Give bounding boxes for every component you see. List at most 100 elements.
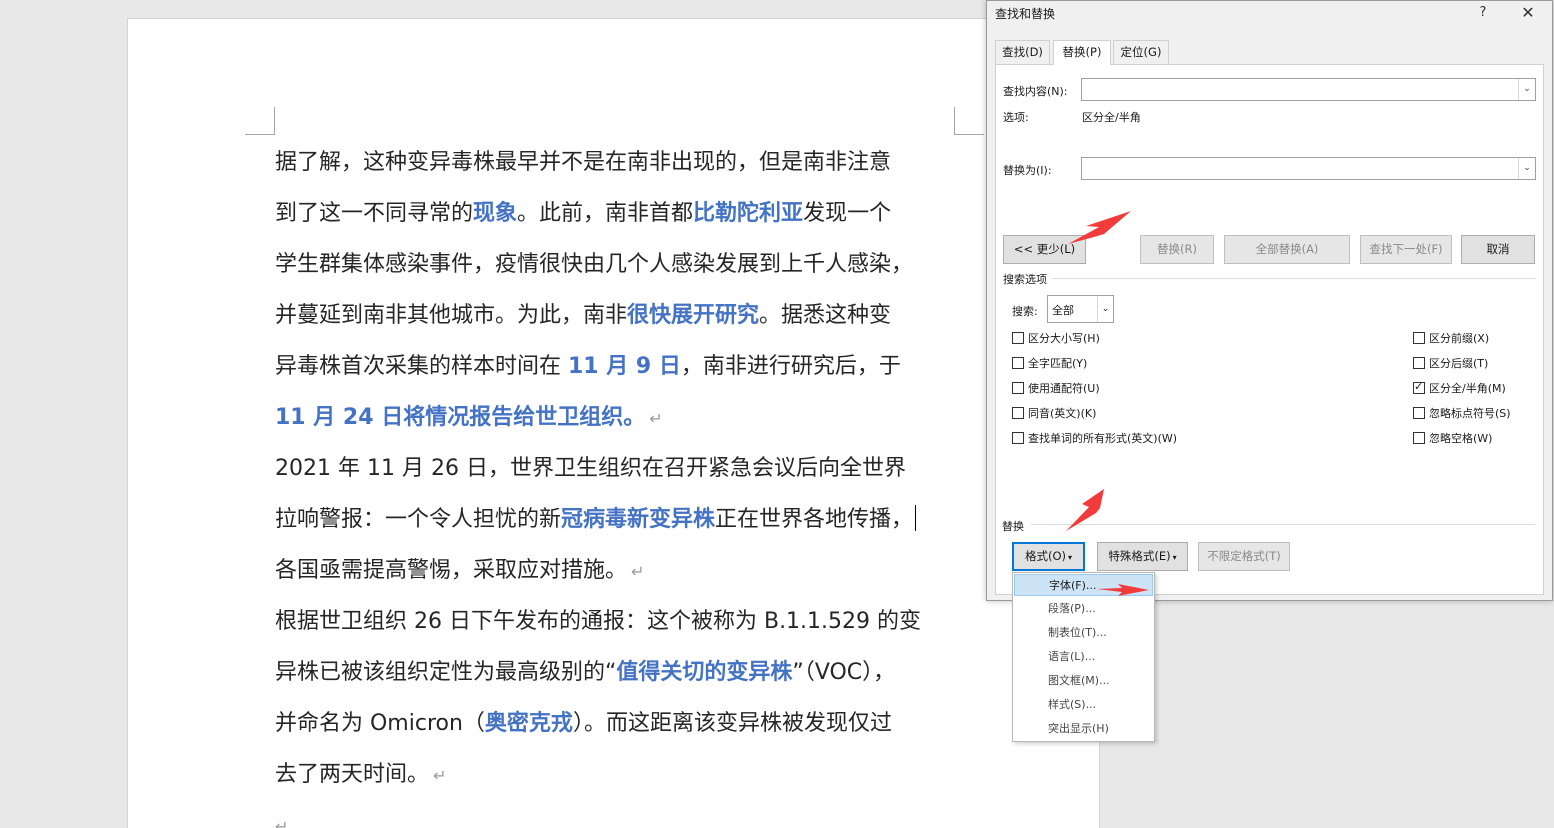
checkbox-label: 忽略空格(W) bbox=[1429, 432, 1493, 445]
checkbox-label: 忽略标点符号(S) bbox=[1429, 407, 1511, 420]
checkbox-unchecked-icon[interactable] bbox=[1413, 332, 1425, 344]
search-options-header: 搜索选项 bbox=[1003, 273, 1047, 286]
document-line[interactable]: 并命名为 Omicron（奥密克戎）。而这距离该变异株被发现仅过 bbox=[275, 698, 975, 749]
text-run: 异株已被该组织定性为最高级别的“ bbox=[275, 660, 617, 685]
no-formatting-button[interactable]: 不限定格式(T) bbox=[1198, 542, 1290, 571]
search-option-checkbox[interactable]: 区分前缀(X) bbox=[1413, 330, 1489, 346]
find-history-dropdown-icon[interactable]: ⌄ bbox=[1518, 79, 1535, 100]
checkbox-unchecked-icon[interactable] bbox=[1012, 382, 1024, 394]
document-line[interactable]: 据了解，这种变异毒株最早并不是在南非出现的，但是南非注意 bbox=[275, 137, 975, 188]
highlighted-text: 11 月 9 日 bbox=[568, 354, 681, 379]
empty-paragraph[interactable]: ↵ bbox=[275, 800, 975, 828]
margin-corner-top-right bbox=[954, 107, 984, 135]
text-cursor bbox=[915, 505, 917, 531]
tab-find[interactable]: 查找(D) bbox=[995, 40, 1050, 64]
replace-button[interactable]: 替换(R) bbox=[1140, 235, 1214, 264]
paragraph-mark-icon: ↵ bbox=[631, 562, 645, 581]
checkbox-unchecked-icon[interactable] bbox=[1413, 357, 1425, 369]
paragraph-mark-icon: ↵ bbox=[275, 817, 289, 828]
checkbox-unchecked-icon[interactable] bbox=[1012, 407, 1024, 419]
search-option-checkbox[interactable]: 同音(英文)(K) bbox=[1012, 405, 1096, 421]
format-menu-item[interactable]: 语言(L)... bbox=[1014, 646, 1153, 668]
replace-all-button[interactable]: 全部替换(A) bbox=[1224, 235, 1350, 264]
checkbox-unchecked-icon[interactable] bbox=[1012, 357, 1024, 369]
close-button[interactable]: ✕ bbox=[1515, 3, 1541, 23]
text-run: 学生群集体感染事件，疫情很快由几个人感染发展到上千人感染， bbox=[275, 252, 914, 277]
highlighted-text: 比勒陀利亚 bbox=[693, 201, 804, 226]
text-run: 正在世界各地传播， bbox=[715, 507, 914, 532]
checkbox-unchecked-icon[interactable] bbox=[1413, 432, 1425, 444]
help-button[interactable]: ? bbox=[1470, 3, 1496, 23]
text-run: 据了解，这种变异毒株最早并不是在南非出现的，但是南非注意 bbox=[275, 150, 892, 175]
document-line[interactable]: 各国亟需提高警惕，采取应对措施。 ↵ bbox=[275, 545, 975, 596]
search-option-checkbox[interactable]: 使用通配符(U) bbox=[1012, 380, 1100, 396]
search-direction-value: 全部 bbox=[1052, 304, 1074, 317]
search-option-checkbox[interactable]: 忽略空格(W) bbox=[1413, 430, 1492, 446]
search-direction-dropdown-icon[interactable]: ⌄ bbox=[1097, 296, 1113, 322]
checkbox-unchecked-icon[interactable] bbox=[1413, 407, 1425, 419]
special-button[interactable]: 特殊格式(E) ▾ bbox=[1097, 542, 1188, 571]
replace-with-input[interactable]: ⌄ bbox=[1081, 157, 1536, 180]
document-line[interactable]: 异株已被该组织定性为最高级别的“值得关切的变异株”（VOC）， bbox=[275, 647, 975, 698]
format-menu-item[interactable]: 突出显示(H) bbox=[1014, 718, 1153, 740]
document-line[interactable]: 学生群集体感染事件，疫情很快由几个人感染发展到上千人感染， bbox=[275, 239, 975, 290]
text-run: 根据世卫组织 26 日下午发布的通报：这个被称为 B.1.1.529 的变 bbox=[275, 609, 922, 634]
format-menu-item[interactable]: 图文框(M)... bbox=[1014, 670, 1153, 692]
document-line[interactable]: 11 月 24 日将情况报告给世卫组织。 ↵ bbox=[275, 392, 975, 443]
highlighted-text: 值得关切的变异株 bbox=[616, 660, 793, 685]
search-option-checkbox[interactable]: 区分全/半角(M) bbox=[1413, 380, 1506, 396]
options-label: 选项: bbox=[1003, 111, 1029, 124]
text-run: 并命名为 Omicron（ bbox=[275, 711, 485, 736]
search-option-checkbox[interactable]: 区分后缀(T) bbox=[1413, 355, 1488, 371]
document-line[interactable]: 拉响警报：一个令人担忧的新冠病毒新变异株正在世界各地传播， bbox=[275, 494, 975, 545]
replace-section-divider bbox=[1031, 524, 1535, 525]
less-button[interactable]: << 更少(L) bbox=[1003, 235, 1086, 264]
document-line[interactable]: 2021 年 11 月 26 日，世界卫生组织在召开紧急会议后向全世界 bbox=[275, 443, 975, 494]
replace-history-dropdown-icon[interactable]: ⌄ bbox=[1518, 158, 1535, 179]
checkbox-label: 区分大小写(H) bbox=[1028, 332, 1100, 345]
caret-down-icon: ▾ bbox=[1068, 553, 1073, 562]
document-line[interactable]: 到了这一不同寻常的现象。此前，南非首都比勒陀利亚发现一个 bbox=[275, 188, 975, 239]
dialog-titlebar[interactable]: 查找和替换 ? ✕ bbox=[987, 1, 1552, 25]
caret-down-icon: ▾ bbox=[1172, 553, 1177, 562]
format-menu-item[interactable]: 段落(P)... bbox=[1014, 598, 1153, 620]
document-page[interactable]: 据了解，这种变异毒株最早并不是在南非出现的，但是南非注意 到了这一不同寻常的现象。… bbox=[127, 18, 1100, 828]
checkbox-label: 全字匹配(Y) bbox=[1028, 357, 1088, 370]
document-line[interactable]: 并蔓延到南非其他城市。为此，南非很快展开研究。据悉这种变 bbox=[275, 290, 975, 341]
text-run: 拉响警报：一个令人担忧的新 bbox=[275, 507, 562, 532]
text-run: 。此前，南非首都 bbox=[517, 201, 694, 226]
search-direction-select[interactable]: 全部 ⌄ bbox=[1047, 295, 1114, 323]
search-option-checkbox[interactable]: 忽略标点符号(S) bbox=[1413, 405, 1511, 421]
tab-goto[interactable]: 定位(G) bbox=[1113, 40, 1169, 64]
text-run: 到了这一不同寻常的 bbox=[275, 201, 474, 226]
document-line[interactable]: 根据世卫组织 26 日下午发布的通报：这个被称为 B.1.1.529 的变 bbox=[275, 596, 975, 647]
checkbox-unchecked-icon[interactable] bbox=[1012, 332, 1024, 344]
format-dropdown-menu: 字体(F)... 段落(P)... 制表位(T)... 语言(L)... 图文框(M).… bbox=[1012, 572, 1155, 742]
find-next-button[interactable]: 查找下一处(F) bbox=[1360, 235, 1452, 264]
format-menu-item[interactable]: 字体(F)... bbox=[1014, 574, 1153, 596]
checkbox-checked-icon[interactable] bbox=[1413, 380, 1425, 394]
highlighted-text: 现象 bbox=[473, 201, 518, 226]
checkbox-label: 区分全/半角(M) bbox=[1429, 382, 1506, 395]
format-menu-item[interactable]: 样式(S)... bbox=[1014, 694, 1153, 716]
highlighted-text: 奥密克戎 bbox=[484, 711, 573, 736]
document-line[interactable]: 异毒株首次采集的样本时间在 11 月 9 日，南非进行研究后，于 bbox=[275, 341, 975, 392]
tab-replace[interactable]: 替换(P) bbox=[1053, 40, 1111, 65]
cancel-button[interactable]: 取消 bbox=[1461, 235, 1535, 264]
replace-section-header: 替换 bbox=[1002, 520, 1024, 533]
checkbox-unchecked-icon[interactable] bbox=[1012, 432, 1024, 444]
format-menu-item[interactable]: 制表位(T)... bbox=[1014, 622, 1153, 644]
search-option-checkbox[interactable]: 查找单词的所有形式(英文)(W) bbox=[1012, 430, 1177, 446]
checkbox-label: 同音(英文)(K) bbox=[1028, 407, 1097, 420]
text-run: 并蔓延到南非其他城市。为此，南非 bbox=[275, 303, 628, 328]
document-line[interactable]: 去了两天时间。 ↵ bbox=[275, 749, 975, 800]
find-what-input[interactable]: ⌄ bbox=[1081, 78, 1536, 101]
search-option-checkbox[interactable]: 区分大小写(H) bbox=[1012, 330, 1100, 346]
search-option-checkbox[interactable]: 全字匹配(Y) bbox=[1012, 355, 1087, 371]
paragraph-mark-icon: ↵ bbox=[433, 766, 447, 785]
search-options-divider bbox=[1052, 278, 1536, 279]
format-button[interactable]: 格式(O) ▾ bbox=[1012, 542, 1085, 571]
checkbox-label: 区分后缀(T) bbox=[1429, 357, 1489, 370]
text-run: ，南非进行研究后，于 bbox=[680, 354, 901, 379]
document-body[interactable]: 据了解，这种变异毒株最早并不是在南非出现的，但是南非注意 到了这一不同寻常的现象。… bbox=[275, 137, 975, 828]
